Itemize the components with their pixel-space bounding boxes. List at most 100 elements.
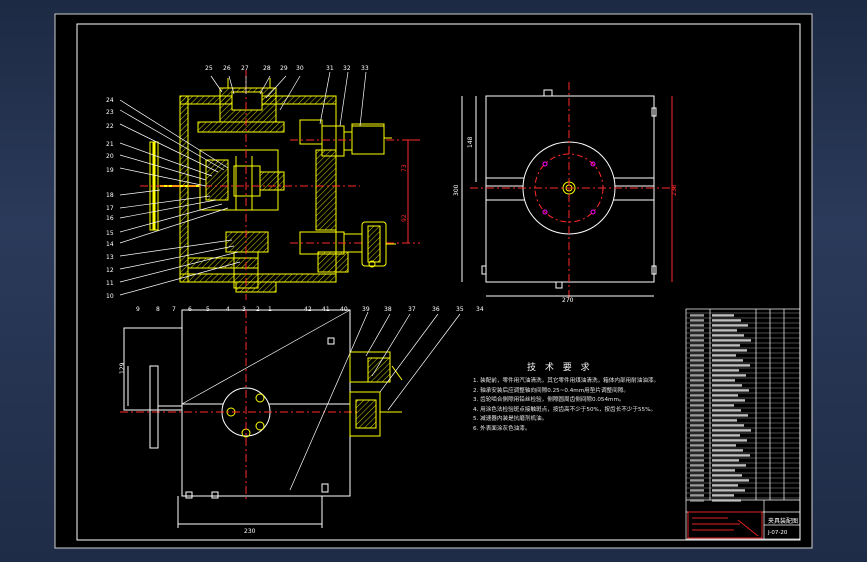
parts-list-text-block: [712, 319, 741, 322]
balloon-number: 7: [172, 306, 176, 313]
parts-list-text-block: [712, 419, 737, 422]
parts-list-text-block: [712, 399, 745, 402]
parts-list-text-block: [690, 434, 704, 437]
balloon-number: 27: [241, 65, 249, 72]
balloon-number: 24: [106, 97, 114, 104]
parts-list-text-block: [712, 369, 739, 372]
parts-list-text-block: [690, 379, 704, 382]
parts-list-text-block: [712, 384, 742, 387]
parts-list-text-block: [690, 494, 704, 497]
parts-list-text-block: [690, 439, 704, 442]
balloon-number: 17: [106, 205, 114, 212]
tech-requirement-item: 3. 齿轮啮合侧隙用铅丝检验，侧隙圆周齿侧间隙0.054mm。: [473, 397, 625, 403]
parts-list-text-block: [690, 474, 704, 477]
balloon-number: 29: [280, 65, 288, 72]
parts-list-text-block: [712, 339, 751, 342]
balloon-number: 37: [408, 306, 416, 313]
balloon-number: 41: [322, 306, 330, 313]
balloon-number: 18: [106, 192, 114, 199]
balloon-number: 6: [188, 306, 192, 313]
balloon-number: 19: [106, 167, 114, 174]
parts-list-text-block: [712, 404, 734, 407]
balloon-number: 16: [106, 215, 114, 222]
balloon-number: 1: [268, 306, 272, 313]
parts-list-text-block: [690, 409, 704, 412]
parts-list-text-block: [690, 329, 704, 332]
parts-list-text-block: [712, 359, 743, 362]
tech-requirement-item: 2. 轴承安装后应调整轴向间隙0.25~0.4mm用垫片调整间隙。: [473, 387, 629, 394]
parts-list-text-block: [712, 474, 742, 477]
parts-list-text-block: [712, 494, 734, 497]
parts-list-text-block: [690, 429, 704, 432]
balloon-number: 39: [362, 306, 370, 313]
parts-list-text-block: [712, 324, 748, 327]
parts-list-text-block: [712, 424, 744, 427]
tech-requirements-list: 1. 装配前，零件用汽油清洗，其它零件用煤油清洗，箱体内部用耐油油漆。 2. 轴…: [473, 377, 673, 434]
parts-list-text-block: [690, 499, 704, 502]
parts-list-text-block: [690, 489, 704, 492]
balloon-number: 4: [226, 306, 230, 313]
parts-list-text-block: [712, 364, 750, 367]
balloon-number: 14: [106, 241, 114, 248]
tech-requirement-item: 5. 减速器内装是抗磨剂机油。: [473, 416, 548, 422]
parts-list-text-block: [690, 389, 704, 392]
tech-requirements-title: 技 术 要 求: [527, 363, 593, 373]
tech-requirement-item: 1. 装配前，零件用汽油清洗，其它零件用煤油清洗，箱体内部用耐油油漆。: [473, 378, 660, 384]
balloon-number: 40: [340, 306, 348, 313]
parts-list-text-block: [712, 334, 744, 337]
balloon-number: 23: [106, 109, 114, 116]
dimension-label: 238: [671, 184, 678, 196]
parts-list-text-block: [712, 409, 741, 412]
balloon-number: 34: [476, 306, 484, 313]
parts-list-text-block: [690, 414, 704, 417]
tech-requirement-item: 4. 用涂色法检验斑点接触斑点，按齿高不少于50%，按齿长不少于55%。: [473, 406, 657, 413]
assembly-drawing: 25 26 27 28 29 30 31 32 332423222120191817161514…: [54, 13, 813, 549]
balloon-number: 8: [156, 306, 160, 313]
parts-list-text-block: [712, 389, 749, 392]
dimension-label: 270: [562, 297, 574, 304]
parts-list-text-block: [712, 374, 746, 377]
balloon-number: 35: [456, 306, 464, 313]
parts-list-text-block: [690, 354, 704, 357]
balloon-number: 36: [432, 306, 440, 313]
balloon-number: 31: [326, 65, 334, 72]
parts-list-text-block: [712, 454, 750, 457]
parts-list-text-block: [690, 464, 704, 467]
balloon-number: 9: [136, 306, 140, 313]
parts-list-text-block: [690, 314, 704, 317]
balloon-number: 15: [106, 230, 114, 237]
parts-list-text-block: [712, 379, 735, 382]
parts-list-text-block: [690, 404, 704, 407]
parts-list-text-block: [712, 449, 743, 452]
balloon-number: 12: [106, 267, 114, 274]
balloon-number: 30: [296, 65, 304, 72]
parts-list-text-block: [712, 479, 749, 482]
balloon-number: 26: [223, 65, 231, 72]
balloon-number: 22: [106, 123, 114, 130]
parts-list-text-block: [690, 349, 704, 352]
balloon-number: 25: [205, 65, 213, 72]
balloon-number: 21: [106, 141, 114, 148]
parts-list-text-block: [712, 354, 736, 357]
parts-list-text-block: [712, 414, 748, 417]
balloon-number: 2: [256, 306, 260, 313]
parts-list-text-block: [690, 444, 704, 447]
parts-list-text-block: [690, 419, 704, 422]
dimension-label: 92: [401, 214, 408, 222]
parts-list-text-block: [712, 489, 745, 492]
balloon-number: 38: [384, 306, 392, 313]
balloon-number: 5: [206, 306, 210, 313]
parts-list-text-block: [690, 424, 704, 427]
parts-list-text-block: [690, 449, 704, 452]
parts-list-text-block: [690, 339, 704, 342]
parts-list-text-block: [690, 469, 704, 472]
dimension-label: 230: [244, 528, 256, 535]
parts-list-text-block: [712, 444, 736, 447]
dimension-label: 129: [119, 362, 126, 374]
balloon-number: 11: [106, 280, 114, 287]
parts-list-text-block: [690, 394, 704, 397]
balloon-number: 28: [263, 65, 271, 72]
balloon-number: 32: [343, 65, 351, 72]
drawing-code: J-07-20: [768, 530, 788, 536]
parts-list-text-block: [712, 499, 741, 502]
